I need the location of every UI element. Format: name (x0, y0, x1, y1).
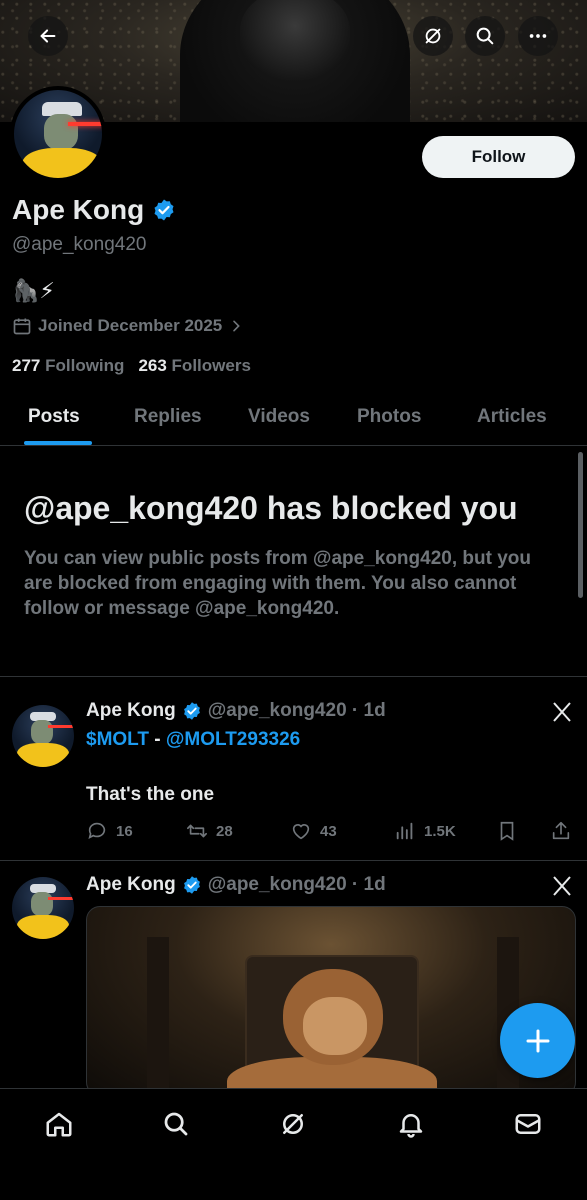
following-stat[interactable]: 277 Following (12, 356, 124, 376)
messages-icon[interactable] (513, 1109, 543, 1139)
views-count: 1.5K (424, 822, 456, 840)
scrollbar[interactable] (578, 452, 583, 598)
post-meta: @ape_kong420 · 1d (207, 700, 386, 721)
calendar-icon (13, 318, 31, 335)
back-button[interactable] (28, 16, 68, 56)
image-monkey-face (303, 997, 367, 1055)
image-pillar-left (147, 937, 169, 1095)
views-button[interactable]: 1.5K (394, 820, 456, 842)
post-author-name[interactable]: Ape Kong (86, 874, 176, 896)
search-icon[interactable] (161, 1109, 191, 1139)
joined-date[interactable]: Joined December 2025 (12, 316, 244, 336)
post-author-name[interactable]: Ape Kong (86, 700, 176, 722)
grok-button[interactable] (413, 16, 453, 56)
followers-label: Followers (171, 356, 251, 375)
profile-handle: @ape_kong420 (12, 234, 147, 255)
chevron-right-icon (233, 320, 241, 332)
verified-badge-icon[interactable] (152, 198, 176, 222)
tab-videos[interactable]: Videos (248, 406, 310, 428)
tab-posts[interactable]: Posts (28, 406, 80, 428)
post-actions: 16 28 43 1.5K (86, 820, 576, 842)
notifications-bell-icon[interactable] (396, 1109, 426, 1139)
profile-avatar[interactable] (10, 86, 106, 182)
divider (0, 860, 587, 861)
home-icon[interactable] (44, 1109, 74, 1139)
divider (0, 676, 587, 677)
post-avatar[interactable] (12, 705, 74, 767)
follow-button[interactable]: Follow (422, 136, 575, 178)
views-icon (396, 822, 413, 840)
post-header: Ape Kong @ape_kong420 · 1d (86, 700, 386, 722)
banner-ape-face (240, 0, 350, 80)
tab-photos[interactable]: Photos (357, 406, 421, 428)
post-image[interactable] (86, 906, 576, 1096)
joined-text: Joined December 2025 (38, 316, 223, 335)
bookmark-icon (500, 821, 514, 841)
compose-button[interactable] (500, 1003, 575, 1078)
more-icon (529, 34, 547, 38)
post-separator: - (148, 729, 166, 750)
x-logo-icon (553, 702, 571, 722)
avatar-yellow-jacket (17, 743, 69, 767)
post-header: Ape Kong @ape_kong420 · 1d (86, 874, 386, 896)
profile-name: Ape Kong (12, 194, 145, 225)
avatar-yellow-jacket (22, 148, 102, 178)
post-avatar[interactable] (12, 877, 74, 939)
repost-icon (187, 824, 207, 838)
reply-icon (88, 822, 106, 839)
verified-badge-icon (183, 702, 200, 720)
like-button[interactable]: 43 (290, 820, 337, 842)
tab-articles[interactable]: Articles (477, 406, 547, 428)
arrow-left-icon (40, 29, 56, 43)
following-count: 277 (12, 356, 41, 375)
grok-icon (425, 28, 441, 44)
avatar-head (44, 114, 78, 150)
profile-tabs: Posts Replies Videos Photos Articles (0, 392, 587, 446)
bottom-navigation (0, 1088, 587, 1200)
following-label: Following (45, 356, 125, 375)
repost-count: 28 (216, 822, 233, 840)
mention-link[interactable]: @MOLT293326 (166, 729, 300, 750)
followers-count: 263 (138, 356, 167, 375)
profile-name-row: Ape Kong (12, 194, 176, 226)
repost-button[interactable]: 28 (186, 820, 233, 842)
grok-icon[interactable] (278, 1109, 308, 1139)
heart-icon (292, 824, 310, 840)
post-meta: @ape_kong420 · 1d (207, 874, 386, 895)
share-button[interactable] (550, 820, 572, 842)
x-logo-icon (553, 876, 571, 896)
followers-stat[interactable]: 263 Followers (138, 356, 250, 376)
share-icon (552, 821, 570, 840)
active-tab-indicator (24, 441, 92, 445)
verified-badge-icon (183, 876, 200, 894)
profile-stats: 277 Following 263 Followers (12, 356, 251, 376)
plus-icon (526, 1029, 549, 1052)
reply-count: 16 (116, 822, 133, 840)
post-text-line1: $MOLT - @MOLT293326 (86, 729, 300, 751)
more-button[interactable] (518, 16, 558, 56)
profile-bio: 🦍⚡ (12, 278, 55, 303)
ticker-link[interactable]: $MOLT (86, 729, 149, 750)
blocked-description: You can view public posts from @ape_kong… (24, 548, 531, 619)
avatar-laser-eye (48, 897, 74, 900)
post-text-line2: That's the one (86, 784, 215, 805)
avatar-head (31, 892, 53, 916)
reply-button[interactable]: 16 (86, 820, 133, 842)
bookmark-button[interactable] (496, 820, 518, 842)
avatar-laser-eye (68, 122, 102, 126)
tab-replies[interactable]: Replies (134, 406, 202, 428)
search-icon (476, 27, 494, 45)
avatar-head (31, 720, 53, 744)
avatar-yellow-jacket (17, 915, 69, 939)
blocked-title: @ape_kong420 has blocked you (24, 490, 518, 526)
like-count: 43 (320, 822, 337, 840)
search-button[interactable] (465, 16, 505, 56)
avatar-laser-eye (48, 725, 74, 728)
